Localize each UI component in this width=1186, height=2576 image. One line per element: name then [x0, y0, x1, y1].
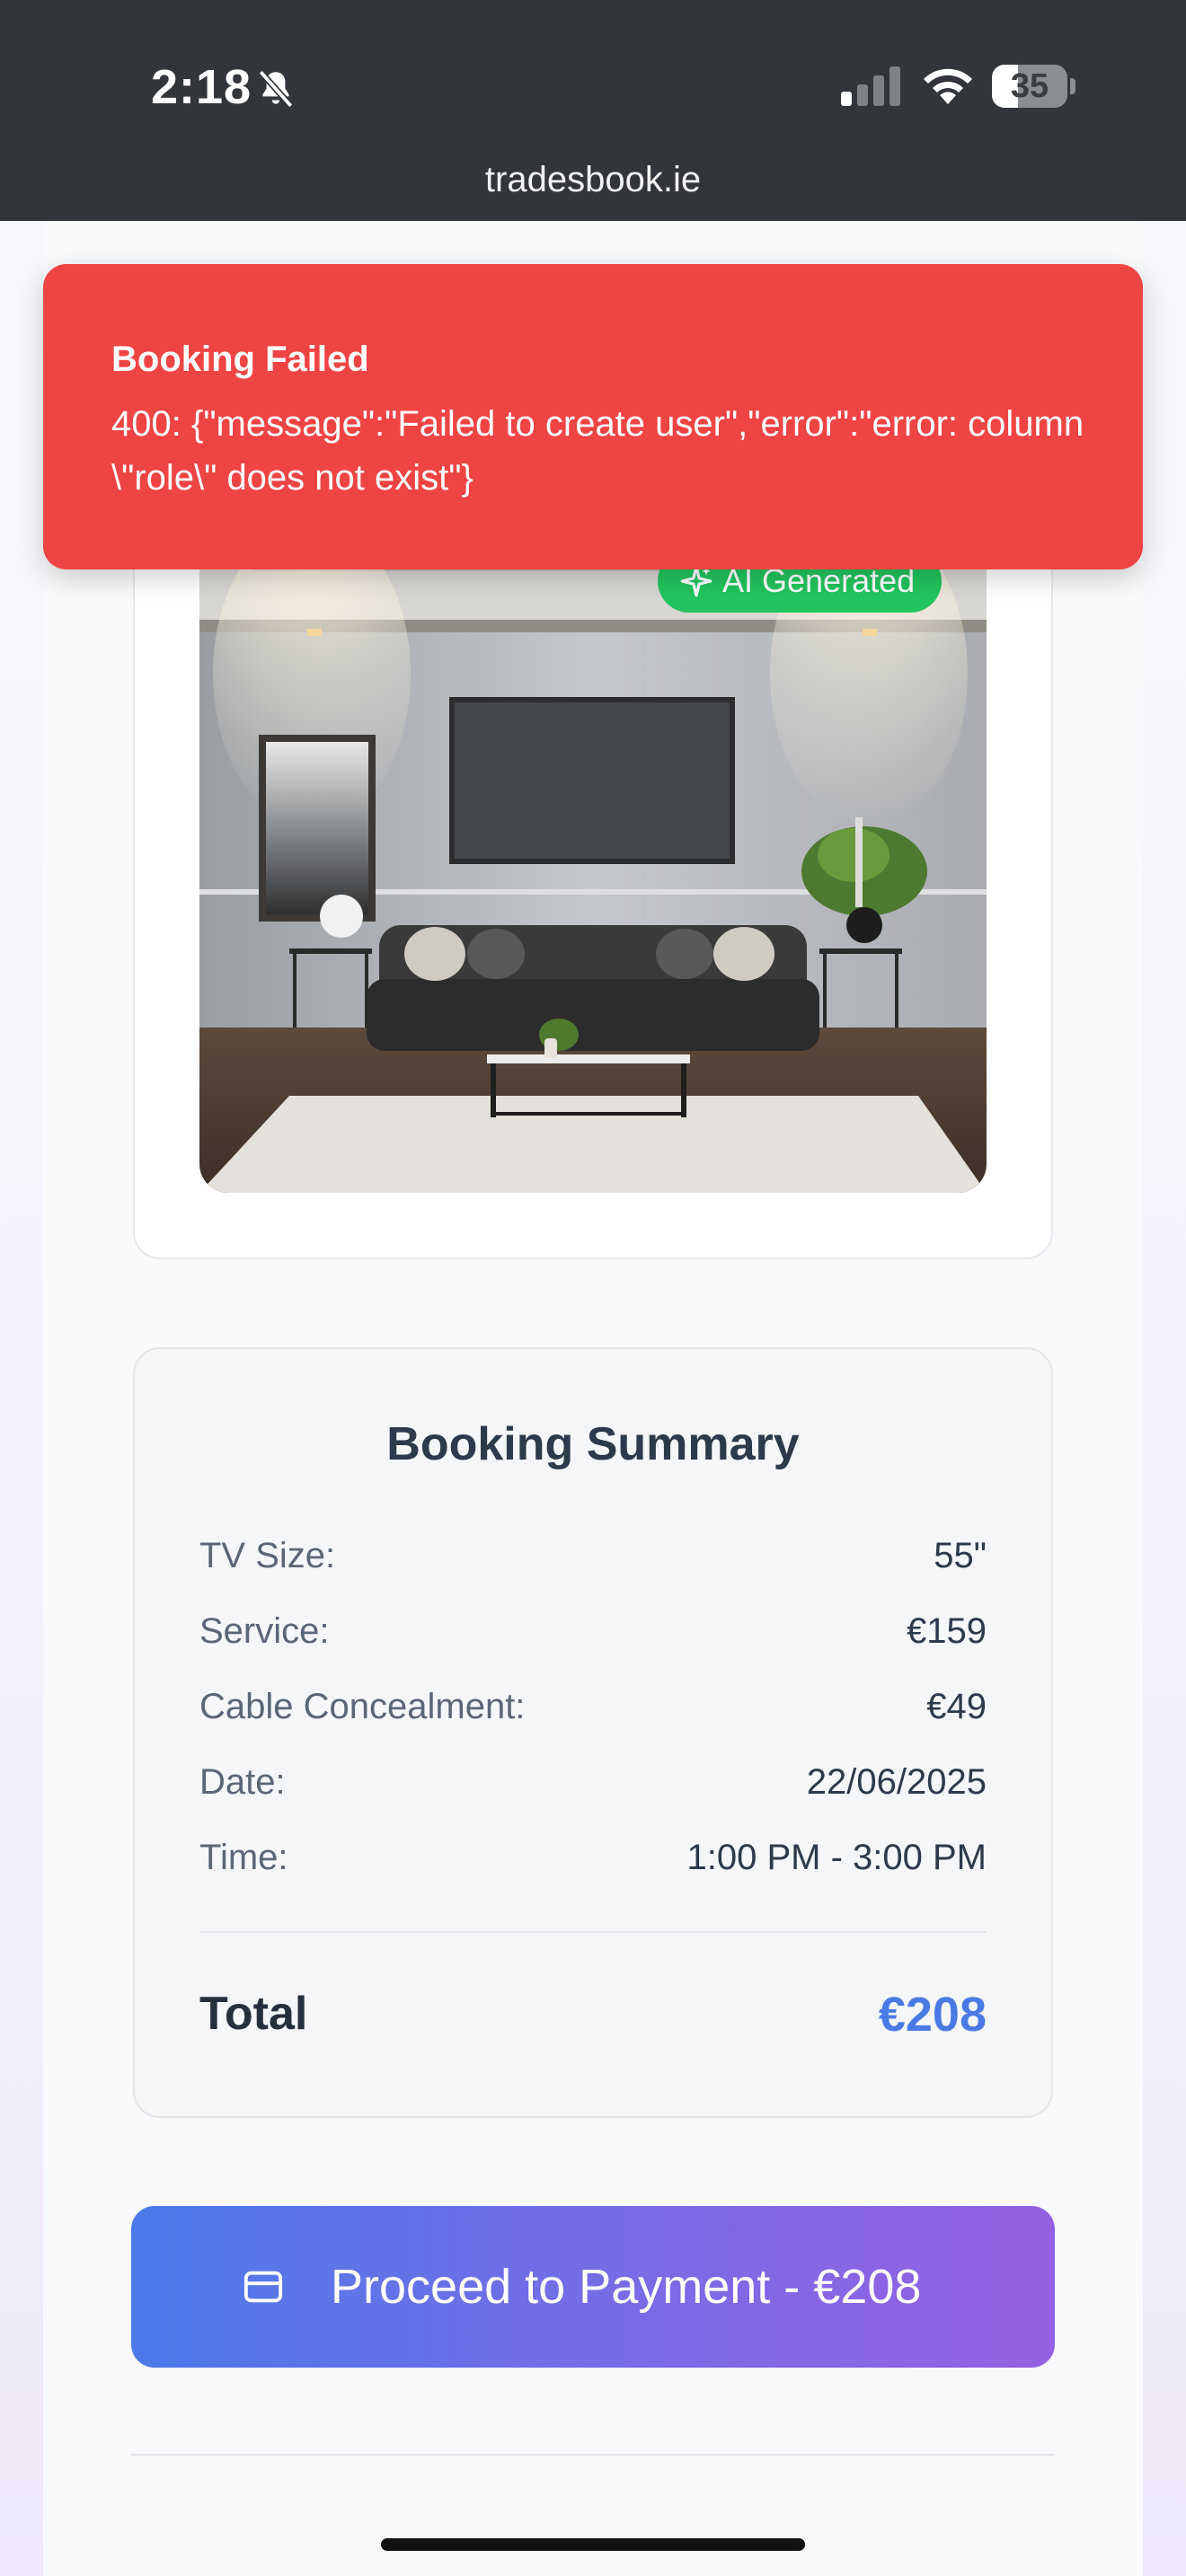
summary-value-time: 1:00 PM - 3:00 PM: [686, 1838, 987, 1877]
home-indicator[interactable]: [381, 2538, 805, 2551]
summary-label-tv-size: TV Size:: [199, 1536, 336, 1575]
total-label: Total: [199, 1988, 308, 2040]
proceed-to-payment-button[interactable]: Proceed to Payment - €208: [131, 2206, 1055, 2368]
summary-label-cable: Cable Concealment:: [199, 1687, 526, 1726]
room-preview-image: [199, 539, 987, 1193]
summary-value-cable: €49: [926, 1687, 987, 1726]
total-value: €208: [878, 1988, 987, 2042]
toast-title: Booking Failed: [111, 340, 369, 379]
address-bar-url[interactable]: tradesbook.ie: [0, 160, 1186, 200]
credit-card-icon: [243, 2271, 283, 2303]
summary-value-service: €159: [907, 1611, 987, 1651]
battery-level: 35: [1010, 67, 1049, 105]
summary-label-service: Service:: [199, 1611, 330, 1651]
summary-divider: [199, 1931, 987, 1933]
pay-button-label: Proceed to Payment - €208: [331, 2260, 922, 2314]
status-time: 2:18: [151, 60, 252, 114]
status-bar: 2:18 35 tradesbook.ie: [0, 0, 1186, 221]
bottom-divider: [131, 2454, 1055, 2456]
bell-slash-icon: [258, 69, 294, 109]
signal-icon: [841, 66, 900, 106]
toast-message: 400: {"message":"Failed to create user",…: [111, 404, 1084, 498]
summary-label-date: Date:: [199, 1762, 286, 1802]
summary-value-tv-size: 55": [934, 1536, 987, 1575]
error-toast[interactable]: Booking Failed 400: {"message":"Failed t…: [43, 264, 1143, 569]
summary-label-time: Time:: [199, 1838, 288, 1877]
summary-title: Booking Summary: [386, 1418, 800, 1470]
battery-icon: 35: [992, 65, 1075, 108]
summary-value-date: 22/06/2025: [806, 1762, 987, 1802]
wifi-icon: [924, 68, 972, 104]
